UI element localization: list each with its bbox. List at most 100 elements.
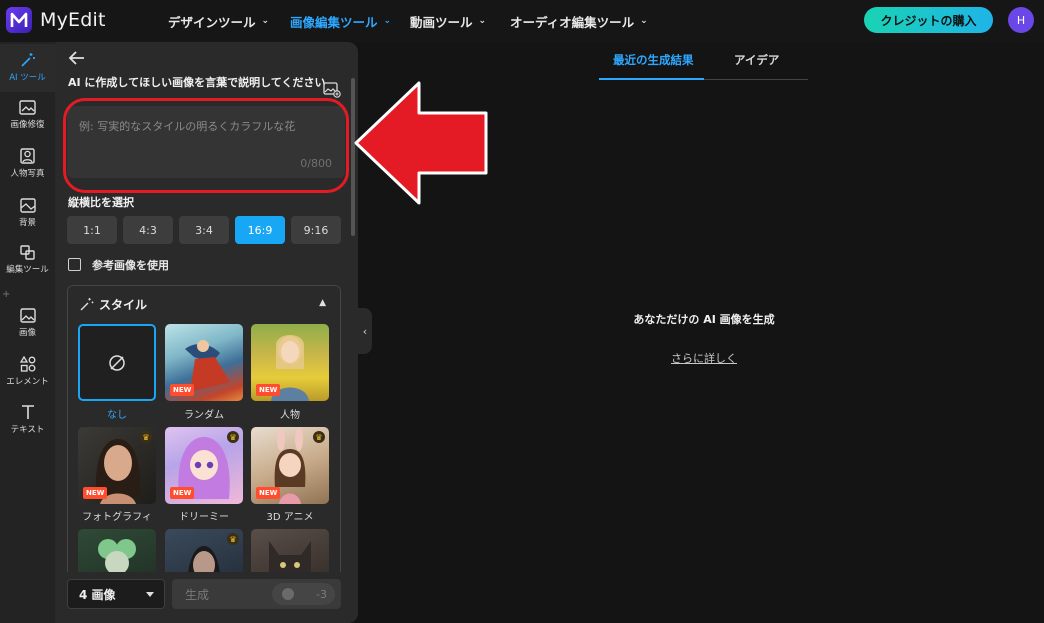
background-icon — [19, 198, 36, 213]
rail-item-ai-tools[interactable]: AI ツール — [0, 44, 55, 92]
portrait-icon — [20, 148, 35, 164]
generate-button[interactable]: 生成 -3 — [172, 579, 341, 609]
style-caption: 3D アニメ — [266, 512, 314, 523]
magic-wand-icon — [80, 298, 94, 311]
rail-item-background[interactable]: 背景 — [0, 198, 55, 238]
crown-icon: ♛ — [227, 431, 239, 443]
style-caption: フォトグラフィ — [82, 512, 152, 523]
chevron-down-icon: ⌄ — [383, 16, 392, 26]
edit-tools-icon — [20, 245, 35, 260]
prompt-label: AI に作成してほしい画像を言葉で説明してください — [68, 76, 326, 89]
credit-coin-icon — [282, 588, 294, 600]
rail-item-edit-tools[interactable]: 編集ツール — [0, 245, 55, 285]
text-icon — [21, 405, 34, 419]
ratio-button-16-9[interactable]: 16:9 — [235, 216, 285, 244]
style-caption: ランダム — [184, 410, 224, 421]
generate-bar: 4 画像 生成 -3 — [55, 572, 358, 623]
rail-label: 画像修復 — [10, 120, 45, 130]
new-badge: NEW — [83, 487, 108, 499]
style-thumb-3d-anime[interactable]: ♛ NEW — [251, 427, 329, 504]
new-badge: NEW — [170, 384, 195, 396]
collapse-up-icon[interactable]: ▲ — [319, 298, 326, 308]
rail-label: 人物写真 — [10, 169, 45, 179]
tab-recent-results[interactable]: 最近の生成結果 — [613, 52, 694, 68]
annotation-arrow-icon — [354, 81, 488, 205]
nav-image-tools[interactable]: 画像編集ツール ⌄ — [290, 0, 391, 42]
tab-divider — [704, 79, 808, 80]
ratio-button-1-1[interactable]: 1:1 — [67, 216, 117, 244]
app-name: MyEdit — [40, 9, 106, 31]
top-bar: MyEdit デザインツール ⌄ 画像編集ツール ⌄ 動画ツール ⌄ オーディオ編集ツ… — [0, 0, 1044, 42]
rail-item-image[interactable]: 画像 — [0, 308, 55, 350]
nav-audio-tools[interactable]: オーディオ編集ツール ⌄ — [510, 0, 648, 42]
empty-state-title: あなただけの AI 画像を生成 — [633, 313, 775, 326]
nav-video-tools[interactable]: 動画ツール ⌄ — [410, 0, 486, 42]
image-count-select[interactable]: 4 画像 — [67, 579, 165, 609]
nav-label: オーディオ編集ツール — [510, 14, 635, 30]
rail-label: テキスト — [10, 425, 45, 435]
credit-cost: -3 — [316, 587, 327, 601]
chevron-down-icon: ⌄ — [478, 16, 487, 26]
tab-ideas[interactable]: アイデア — [734, 52, 779, 68]
style-section: スタイル ▲ なし NEW ランダム NEW 人物 ♛ NEW フォトグラフィ … — [67, 285, 341, 585]
reference-image-label: 参考画像を使用 — [92, 259, 169, 272]
ratio-button-4-3[interactable]: 4:3 — [123, 216, 173, 244]
new-badge: NEW — [170, 487, 195, 499]
crown-icon: ♛ — [140, 431, 152, 443]
image-repair-icon — [19, 100, 36, 115]
magic-wand-icon — [20, 53, 35, 67]
tab-indicator — [599, 78, 704, 80]
nav-design-tools[interactable]: デザインツール ⌄ — [168, 0, 269, 42]
plus-icon: + — [2, 289, 11, 300]
rail-label: AI ツール — [9, 73, 46, 83]
style-thumb-dreamy[interactable]: ♛ NEW — [165, 427, 243, 504]
back-arrow-icon[interactable] — [68, 50, 86, 66]
rail-item-elements[interactable]: エレメント — [0, 356, 55, 398]
nav-label: デザインツール — [168, 14, 256, 30]
rail-item-portrait[interactable]: 人物写真 — [0, 148, 55, 188]
chevron-down-icon: ⌄ — [261, 16, 270, 26]
style-thumb-random[interactable]: NEW — [165, 324, 243, 401]
credit-cost-pill: -3 — [272, 583, 335, 605]
style-caption: なし — [107, 410, 127, 421]
myedit-logo-icon — [6, 7, 32, 33]
ratio-label: 縦横比を選択 — [68, 196, 134, 209]
style-caption: 人物 — [280, 410, 300, 421]
rail-label: 背景 — [18, 218, 36, 228]
new-badge: NEW — [256, 384, 281, 396]
ratio-button-3-4[interactable]: 3:4 — [179, 216, 229, 244]
logo[interactable]: MyEdit — [6, 7, 106, 33]
style-thumb-person[interactable]: NEW — [251, 324, 329, 401]
crown-icon: ♛ — [313, 431, 325, 443]
style-thumb-photography[interactable]: ♛ NEW — [78, 427, 156, 504]
none-icon — [109, 355, 125, 371]
new-badge: NEW — [256, 487, 281, 499]
rail-label: 編集ツール — [6, 265, 49, 275]
style-thumb-none[interactable] — [78, 324, 156, 401]
annotation-oval — [63, 98, 349, 193]
ai-image-panel: AI に作成してほしい画像を言葉で説明してください 0/800 縦横比を選択 1… — [55, 42, 358, 623]
panel-collapse-handle[interactable]: ‹ — [358, 308, 372, 354]
ratio-button-9-16[interactable]: 9:16 — [291, 216, 341, 244]
avatar[interactable]: H — [1008, 7, 1034, 33]
dropdown-arrow-icon — [146, 592, 154, 597]
rail-label: 画像 — [18, 328, 36, 338]
add-image-icon[interactable] — [323, 82, 341, 98]
rail-item-text[interactable]: テキスト — [0, 404, 55, 446]
nav-label: 動画ツール — [410, 14, 473, 30]
left-rail: AI ツール 画像修復 人物写真 背景 編集ツール + 画像 エレメント テキス… — [0, 42, 55, 623]
learn-more-link[interactable]: さらに詳しく — [650, 350, 758, 366]
generate-label: 生成 — [185, 587, 210, 602]
image-count-value: 4 画像 — [79, 587, 116, 602]
buy-credits-button[interactable]: クレジットの購入 — [864, 7, 993, 33]
chevron-left-icon: ‹ — [362, 324, 368, 338]
nav-label: 画像編集ツール — [290, 14, 378, 30]
style-caption: ドリーミー — [179, 512, 229, 523]
rail-item-image-repair[interactable]: 画像修復 — [0, 100, 55, 140]
reference-image-checkbox[interactable] — [68, 258, 81, 271]
image-icon — [19, 308, 36, 323]
style-title: スタイル — [99, 298, 148, 312]
elements-icon — [19, 356, 35, 372]
rail-label: エレメント — [6, 377, 49, 387]
crown-icon: ♛ — [227, 533, 239, 545]
